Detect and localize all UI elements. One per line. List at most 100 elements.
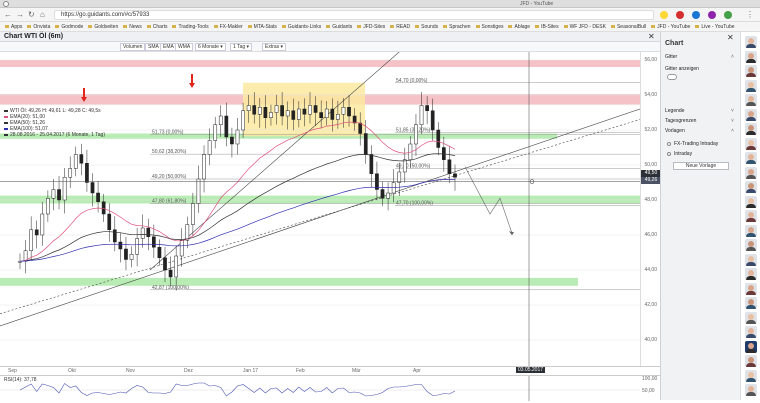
bookmark-item[interactable]: Apps xyxy=(5,22,22,31)
bookmark-item[interactable]: Guidants xyxy=(326,22,352,31)
legend-swatch xyxy=(4,121,8,124)
grid-toggle[interactable] xyxy=(667,74,677,80)
tab-title[interactable]: JFD - YouTube xyxy=(520,1,553,7)
price-chart-svg: 51,73 (0,00%) 50,62 (38,20%) 49,20 (50,00%… xyxy=(0,52,640,366)
sidebar-header: ✕ Chart xyxy=(660,32,740,52)
crosshair-date-label: 03.05.2017 xyxy=(516,367,546,373)
bookmark-item[interactable]: Ablage xyxy=(508,22,530,31)
url-input[interactable]: https://go.guidants.com/#c/57933 xyxy=(54,10,654,20)
bookmark-item[interactable]: Godmode xyxy=(55,22,83,31)
section-tagesgrenzen[interactable]: Tagesgrenzen xyxy=(665,118,696,124)
user-avatar[interactable] xyxy=(745,36,757,48)
user-avatar[interactable] xyxy=(745,65,757,77)
bookmark-item[interactable]: Onvista xyxy=(27,22,50,31)
time-tick: Mär xyxy=(352,368,361,374)
candle-body xyxy=(168,269,173,278)
bookmark-item[interactable]: Sprachen xyxy=(443,22,470,31)
candle-body xyxy=(330,108,335,120)
bookmark-item[interactable]: JFD - YouTube xyxy=(651,22,690,31)
new-template-button[interactable]: Neue Vorlage xyxy=(673,162,729,170)
bookmark-item[interactable]: JFD-Sites xyxy=(357,22,385,31)
price-chart[interactable]: 51,73 (0,00%) 50,62 (38,20%) 49,20 (50,00%… xyxy=(0,52,640,366)
section-legende[interactable]: Legende xyxy=(665,108,684,114)
template-radio-2[interactable] xyxy=(667,152,671,156)
extension-icon-4[interactable] xyxy=(724,11,732,19)
reload-icon[interactable]: ↻ xyxy=(28,10,35,20)
user-avatar[interactable] xyxy=(745,239,757,251)
user-avatar[interactable] xyxy=(745,195,757,208)
chevron-up-icon-2[interactable]: ˄ xyxy=(731,128,734,134)
extension-icon-2[interactable] xyxy=(692,11,700,19)
bookmark-item[interactable]: WF JFD - DESK xyxy=(564,22,606,31)
home-icon[interactable]: ⌂ xyxy=(40,10,45,20)
bookmark-item[interactable]: Trading-Tools xyxy=(172,22,208,31)
user-avatar[interactable] xyxy=(745,181,757,193)
user-avatar[interactable] xyxy=(745,79,757,92)
bookmark-item[interactable]: IB-Sites xyxy=(535,22,559,31)
chart-toolbar: Volumen SMA EMA WMA 6 Monate ▾ 1 Tag ▾ Extras … xyxy=(0,42,660,52)
user-avatar[interactable] xyxy=(745,297,757,309)
user-avatar[interactable] xyxy=(745,123,757,135)
section-vorlagen[interactable]: Vorlagen xyxy=(665,128,685,134)
user-avatar[interactable] xyxy=(745,311,757,324)
bookmark-item[interactable]: Sonstiges xyxy=(476,22,504,31)
back-icon[interactable]: ← xyxy=(4,10,12,20)
bookmark-item[interactable]: Goldseiten xyxy=(88,22,118,31)
close-icon[interactable]: ✕ xyxy=(648,33,655,41)
user-avatar[interactable] xyxy=(745,166,757,179)
candle-body xyxy=(336,114,340,120)
avatar-face xyxy=(748,342,754,349)
user-avatar[interactable] xyxy=(745,355,757,367)
toolbar-extras[interactable]: Extras ▾ xyxy=(262,43,287,51)
candle-body xyxy=(358,122,363,134)
user-avatar[interactable] xyxy=(745,369,757,382)
forward-icon[interactable]: → xyxy=(16,10,24,20)
bookmark-item[interactable]: FX-Makler xyxy=(214,22,243,31)
bookmark-item[interactable]: MTA-Stats xyxy=(248,22,277,31)
user-avatar[interactable] xyxy=(745,50,757,63)
chevron-down-icon[interactable]: ˅ xyxy=(731,108,734,114)
browser-menu-icon[interactable]: ⋮ xyxy=(746,10,754,20)
bookmark-item[interactable]: News xyxy=(123,22,142,31)
template-radio[interactable] xyxy=(667,142,671,146)
extension-icon[interactable] xyxy=(676,11,684,19)
bookmark-item[interactable]: Sounds xyxy=(415,22,438,31)
template-fx-intraday[interactable]: FX-Trading Intraday xyxy=(674,141,718,147)
section-gitter[interactable]: Gitter xyxy=(665,54,677,60)
toolbar-6-monate[interactable]: 6 Monate ▾ xyxy=(195,43,226,51)
user-avatar[interactable] xyxy=(745,108,757,121)
star-icon[interactable] xyxy=(660,11,668,19)
user-avatar[interactable] xyxy=(745,268,757,280)
user-avatar[interactable] xyxy=(745,384,757,396)
user-avatar[interactable] xyxy=(745,152,757,164)
candle-body xyxy=(274,105,279,113)
bookmark-item[interactable]: SeasonalBull xyxy=(611,22,646,31)
toolbar-1-tag[interactable]: 1 Tag ▾ xyxy=(230,43,253,51)
avatar-face xyxy=(748,299,754,305)
chevron-down-icon-2[interactable]: ˅ xyxy=(731,118,734,124)
user-avatar[interactable] xyxy=(745,326,757,338)
user-avatar[interactable] xyxy=(745,224,757,237)
legend-row: 28.08.2016 - 25.04.2017 (6 Monate, 1 Tag… xyxy=(4,132,105,138)
user-avatar[interactable] xyxy=(745,253,757,266)
bookmark-item[interactable]: Guidants-Links xyxy=(282,22,321,31)
chevron-up-icon[interactable]: ˄ xyxy=(731,54,734,60)
toolbar-wma[interactable]: WMA xyxy=(175,43,194,51)
candle-body xyxy=(313,105,318,113)
bookmark-item[interactable]: Live - YouTube xyxy=(695,22,734,31)
user-avatar[interactable] xyxy=(745,282,757,295)
bookmark-item[interactable]: Charts xyxy=(147,22,168,31)
menu-dot-icon[interactable] xyxy=(3,1,9,7)
avatar-face xyxy=(748,241,754,247)
user-avatar[interactable] xyxy=(745,137,757,150)
template-intraday[interactable]: Intraday xyxy=(674,151,692,157)
time-tick: Jan 17 xyxy=(243,368,259,374)
user-avatar[interactable] xyxy=(745,94,757,106)
extension-icon-3[interactable] xyxy=(708,11,716,19)
toolbar-volumen[interactable]: Volumen xyxy=(120,43,146,51)
bookmark-item[interactable]: READ xyxy=(390,22,410,31)
close-sidebar-icon[interactable]: ✕ xyxy=(727,34,734,42)
user-avatar[interactable] xyxy=(745,340,757,353)
candle-body xyxy=(296,108,301,120)
user-avatar[interactable] xyxy=(745,210,757,222)
